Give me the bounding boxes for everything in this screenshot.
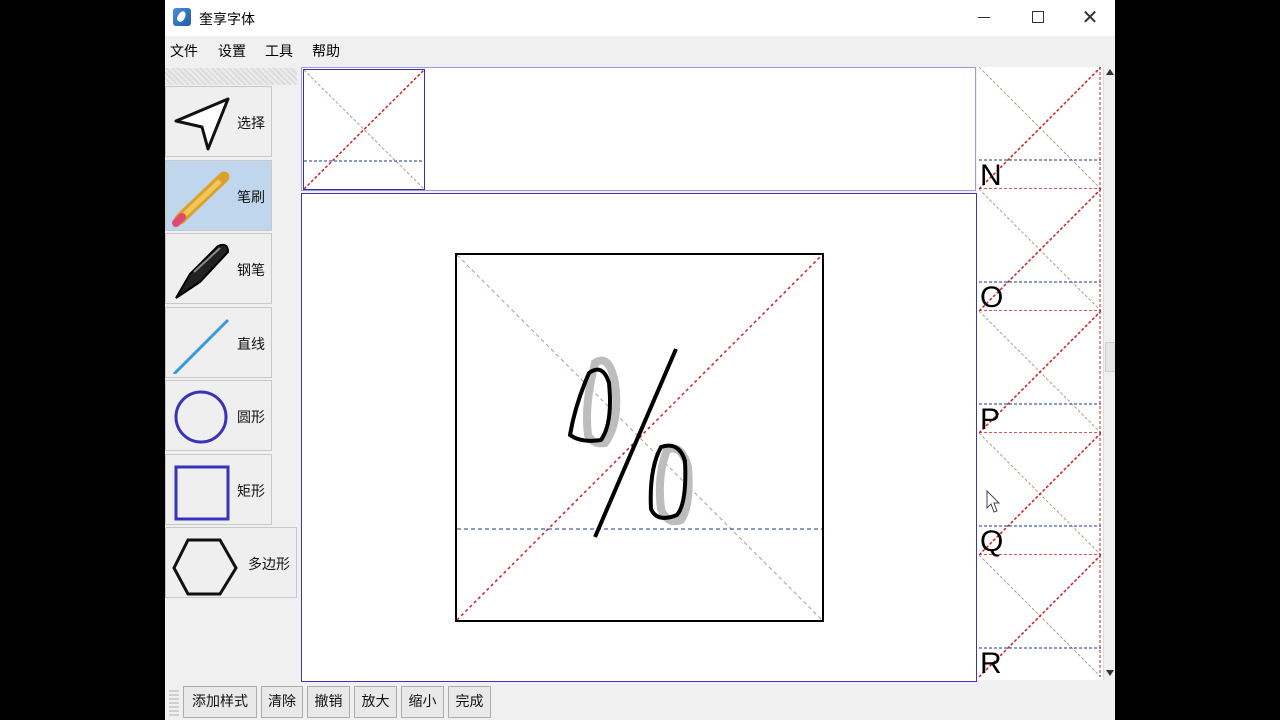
minimize-button[interactable]: [960, 0, 1010, 34]
thumbnail-strip: [301, 67, 976, 191]
glyph-letter: R: [980, 647, 1002, 680]
glyph-cell[interactable]: R: [978, 554, 1102, 680]
clear-button[interactable]: 清除: [261, 686, 303, 718]
rectangle-icon: [174, 465, 230, 521]
pencil-icon: [172, 171, 230, 227]
undo-button[interactable]: 撤销: [307, 686, 350, 718]
tool-rectangle-label: 矩形: [237, 484, 265, 500]
tool-pen[interactable]: 钢笔: [165, 233, 272, 304]
tool-pen-label: 钢笔: [237, 263, 265, 279]
close-button[interactable]: ✕: [1065, 0, 1115, 34]
glyph-letter: N: [980, 159, 1002, 192]
editor-canvas[interactable]: [301, 193, 977, 682]
glyph-cell[interactable]: P: [978, 310, 1102, 436]
circle-icon: [174, 390, 228, 444]
glyph-grid: [456, 254, 823, 621]
glyph-letter: Q: [980, 525, 1004, 558]
add-style-button[interactable]: 添加样式: [183, 686, 257, 718]
mouse-cursor-icon: [986, 490, 1001, 513]
app-logo-icon: [173, 8, 191, 26]
tool-rectangle[interactable]: 矩形: [165, 454, 272, 525]
scroll-up-icon[interactable]: [1106, 69, 1114, 75]
tool-select[interactable]: 选择: [165, 86, 272, 157]
close-icon: ✕: [1081, 5, 1099, 29]
hexagon-icon: [172, 538, 238, 596]
cursor-arrow-icon: [174, 97, 230, 151]
bottom-toolbar: 添加样式 清除 撤销 放大 缩小 完成: [165, 682, 1115, 720]
glyph-cell[interactable]: O: [978, 188, 1102, 314]
glyph-list-scrollbar[interactable]: [1103, 67, 1115, 680]
glyph-list[interactable]: N O P Q R: [977, 67, 1103, 680]
tool-line[interactable]: 直线: [165, 307, 272, 378]
thumbnail-grid: [303, 69, 425, 190]
menu-settings[interactable]: 设置: [218, 41, 246, 61]
tool-select-label: 选择: [237, 116, 265, 132]
menu-bar: 文件 设置 工具 帮助: [165, 36, 1115, 64]
glyph-thumbnail[interactable]: [303, 69, 425, 190]
tool-polygon[interactable]: 多边形: [165, 527, 297, 598]
toolpanel-grip: [165, 68, 297, 85]
tool-circle[interactable]: 圆形: [165, 380, 272, 451]
zoom-out-button[interactable]: 缩小: [401, 686, 444, 718]
tool-brush-label: 笔刷: [237, 190, 265, 206]
menu-help[interactable]: 帮助: [312, 41, 340, 61]
tool-brush[interactable]: 笔刷: [165, 160, 272, 231]
tool-line-label: 直线: [237, 337, 265, 353]
scroll-down-icon[interactable]: [1106, 670, 1114, 676]
maximize-button[interactable]: [1013, 0, 1063, 34]
title-bar: 奎享字体 ✕: [165, 0, 1115, 36]
menu-file[interactable]: 文件: [170, 41, 198, 61]
zoom-in-button[interactable]: 放大: [354, 686, 397, 718]
menu-tools[interactable]: 工具: [265, 41, 293, 61]
line-icon: [172, 318, 230, 374]
glyph-edit-box[interactable]: [455, 253, 824, 622]
tool-circle-label: 圆形: [237, 410, 265, 426]
glyph-cell[interactable]: N: [978, 67, 1102, 192]
scroll-thumb[interactable]: [1105, 342, 1115, 372]
window-title: 奎享字体: [199, 12, 255, 28]
glyph-letter: P: [980, 403, 1001, 436]
tool-polygon-label: 多边形: [248, 557, 290, 573]
fountain-pen-icon: [175, 243, 230, 299]
app-window: 奎享字体 ✕ 文件 设置 工具 帮助 选择 笔刷 钢笔 直线 圆形 矩形 多边形…: [165, 0, 1115, 720]
toolbar-grip: [169, 688, 179, 716]
finish-button[interactable]: 完成: [448, 686, 491, 718]
glyph-letter: O: [980, 281, 1004, 314]
